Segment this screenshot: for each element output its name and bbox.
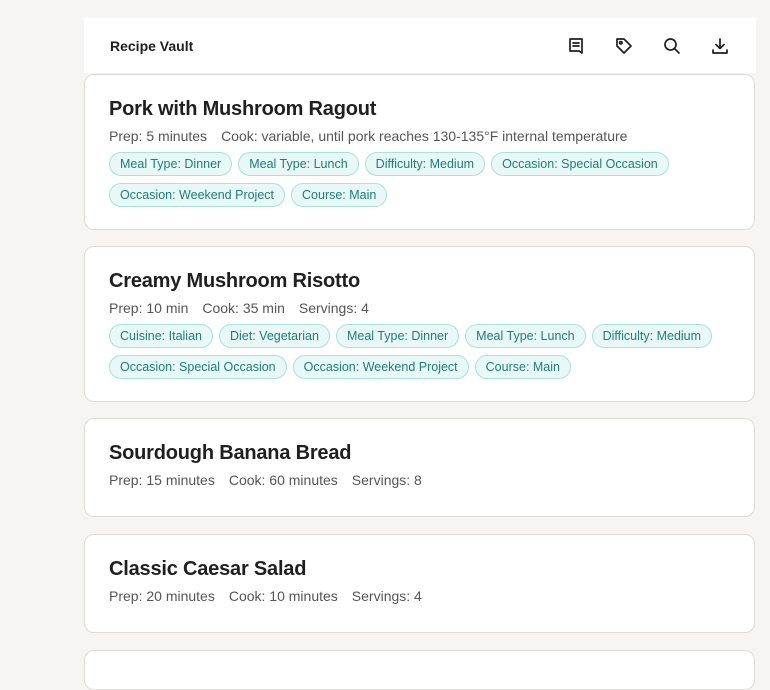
recipe-title[interactable]: Classic Caesar Salad <box>109 557 730 581</box>
app-title: Recipe Vault <box>110 37 194 54</box>
tag-chip[interactable]: Cuisine: Italian <box>109 324 213 348</box>
prep-time: Prep: 20 minutes <box>109 588 215 604</box>
tag-chip[interactable]: Meal Type: Dinner <box>109 152 233 176</box>
tag-chip[interactable]: Meal Type: Lunch <box>238 152 359 176</box>
recipe-card[interactable]: Creamy Mushroom Risotto Prep: 10 min Coo… <box>84 246 755 402</box>
tag-chip[interactable]: Occasion: Weekend Project <box>109 183 286 207</box>
cook-time: Cook: 60 minutes <box>228 472 338 488</box>
tag-list: Cuisine: Italian Diet: Vegetarian Meal T… <box>109 324 730 379</box>
cook-time: Cook: 35 min <box>202 300 285 316</box>
tag-chip[interactable]: Difficulty: Medium <box>364 152 486 176</box>
recipe-meta: Prep: 20 minutes Cook: 10 minutes Servin… <box>109 587 730 605</box>
tag-icon[interactable] <box>612 34 636 58</box>
tag-chip[interactable]: Course: Main <box>474 355 571 379</box>
tag-chip[interactable]: Diet: Vegetarian <box>219 324 330 348</box>
recipe-title[interactable]: Sourdough Banana Bread <box>109 441 730 465</box>
tag-chip[interactable]: Occasion: Weekend Project <box>292 355 469 379</box>
app-header: Recipe Vault <box>84 18 756 73</box>
download-icon[interactable] <box>708 34 732 58</box>
tag-chip[interactable]: Meal Type: Lunch <box>465 324 586 348</box>
recipe-card[interactable]: Sourdough Banana Bread Prep: 15 minutes … <box>84 418 755 517</box>
recipe-meta: Prep: 5 minutes Cook: variable, until po… <box>109 127 730 145</box>
recipe-title[interactable]: Creamy Mushroom Risotto <box>109 269 730 293</box>
recipe-title[interactable]: Pork with Mushroom Ragout <box>109 97 730 121</box>
tag-chip[interactable]: Meal Type: Dinner <box>335 324 460 348</box>
tag-chip[interactable]: Occasion: Special Occasion <box>491 152 669 176</box>
cook-time: Cook: 10 minutes <box>228 588 338 604</box>
tag-chip[interactable]: Difficulty: Medium <box>591 324 713 348</box>
list-icon[interactable] <box>564 34 588 58</box>
recipe-meta: Prep: 10 min Cook: 35 min Servings: 4 <box>109 299 730 317</box>
prep-time: Prep: 15 minutes <box>109 472 215 488</box>
cook-time: Cook: variable, until pork reaches 130-1… <box>221 128 628 144</box>
prep-time: Prep: 10 min <box>109 300 189 316</box>
recipe-card[interactable]: Classic Caesar Salad Prep: 20 minutes Co… <box>84 534 755 633</box>
recipe-card-partial[interactable] <box>84 650 755 690</box>
tag-chip[interactable]: Occasion: Special Occasion <box>109 355 287 379</box>
tag-list: Meal Type: Dinner Meal Type: Lunch Diffi… <box>109 152 730 207</box>
servings: Servings: 4 <box>351 588 422 604</box>
tag-chip[interactable]: Course: Main <box>291 183 388 207</box>
search-icon[interactable] <box>660 34 684 58</box>
prep-time: Prep: 5 minutes <box>109 128 208 144</box>
servings: Servings: 4 <box>298 300 369 316</box>
recipe-card[interactable]: Pork with Mushroom Ragout Prep: 5 minute… <box>84 74 755 230</box>
header-actions <box>564 18 732 73</box>
recipe-meta: Prep: 15 minutes Cook: 60 minutes Servin… <box>109 471 730 489</box>
servings: Servings: 8 <box>351 472 422 488</box>
